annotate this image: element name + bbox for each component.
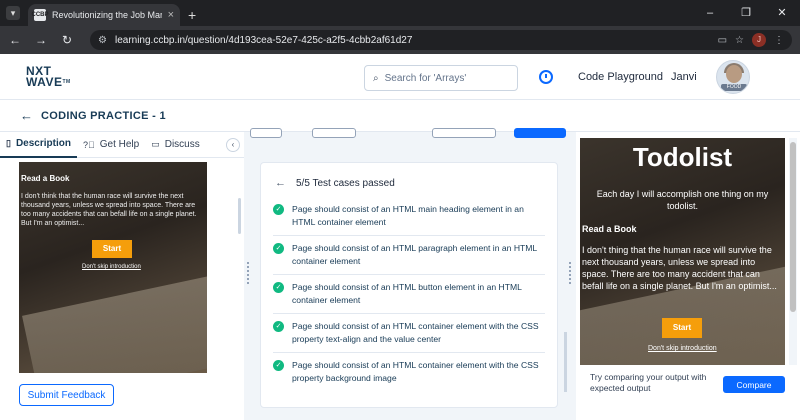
logo-tm: TM xyxy=(62,78,71,85)
left-tabs: ▯ Description ?⃝ Get Help ▭ Discuss ‹ xyxy=(0,132,244,158)
test-case-text: Page should consist of an HTML main head… xyxy=(292,204,524,227)
preview-heading: Read a Book xyxy=(21,174,70,183)
tab-title: Revolutionizing the Job Market xyxy=(52,10,162,20)
back-arrow-icon[interactable]: ← xyxy=(20,108,33,123)
minimize-icon[interactable]: – xyxy=(692,0,728,26)
browser-toolbar: ← → ↻ ⚙ learning.ccbp.in/question/4d193c… xyxy=(0,26,800,54)
output-scrollbar[interactable] xyxy=(789,138,797,365)
check-icon: ✓ xyxy=(273,360,284,371)
output-preview: Todolist Each day I will accomplish one … xyxy=(580,138,785,365)
output-heading: Read a Book xyxy=(582,224,637,234)
output-subtitle: Each day I will accomplish one thing on … xyxy=(596,189,769,211)
test-case: ✓ Page should consist of an HTML button … xyxy=(273,275,545,314)
output-scroll-thumb[interactable] xyxy=(790,142,796,312)
tab-discuss[interactable]: ▭ Discuss xyxy=(145,132,206,158)
results-card: ← 5/5 Test cases passed ✓ Page should co… xyxy=(260,162,558,408)
test-case: ✓ Page should consist of an HTML contain… xyxy=(273,314,545,353)
user-name[interactable]: Janvi xyxy=(671,71,697,83)
window-controls: – ❐ ✕ xyxy=(692,0,800,26)
avatar[interactable]: FOOD xyxy=(716,60,750,94)
output-panel: Todolist Each day I will accomplish one … xyxy=(576,132,800,420)
help-icon: ?⃝ xyxy=(82,139,95,150)
url-text: learning.ccbp.in/question/4d193cea-52e7-… xyxy=(114,34,413,46)
toolbar-button-1[interactable] xyxy=(250,128,282,138)
search-icon: ⌕ xyxy=(373,72,379,84)
results-header: ← 5/5 Test cases passed xyxy=(261,163,557,197)
results-back-icon[interactable]: ← xyxy=(275,177,286,189)
test-case-text: Page should consist of an HTML paragraph… xyxy=(292,243,537,266)
search-input[interactable] xyxy=(384,72,495,84)
check-icon: ✓ xyxy=(273,243,284,254)
browser-tab-strip: ▾ CCBP Revolutionizing the Job Market × … xyxy=(0,0,800,26)
collapse-panel-icon[interactable]: ‹ xyxy=(226,138,240,152)
browser-tab[interactable]: CCBP Revolutionizing the Job Market × xyxy=(28,4,180,26)
install-app-icon[interactable]: ▭ xyxy=(718,35,727,46)
tab-get-help[interactable]: ?⃝ Get Help xyxy=(77,132,145,158)
timer-icon[interactable] xyxy=(539,70,553,84)
code-playground-link[interactable]: Code Playground xyxy=(578,71,663,83)
output-title: Todolist xyxy=(632,142,733,172)
site-info-icon[interactable]: ⚙ xyxy=(98,35,107,46)
output-paragraph: I don't thing that the human race will s… xyxy=(582,245,777,291)
toolbar-button-3[interactable] xyxy=(432,128,496,138)
left-scrollbar[interactable] xyxy=(238,198,241,234)
test-case-text: Page should consist of an HTML container… xyxy=(292,321,539,344)
window-close-icon[interactable]: ✕ xyxy=(764,0,800,26)
check-icon: ✓ xyxy=(273,282,284,293)
left-resize-handle[interactable] xyxy=(247,262,249,284)
compare-button[interactable]: Compare xyxy=(723,376,785,393)
favicon-icon: CCBP xyxy=(32,9,49,21)
test-case: ✓ Page should consist of an HTML main he… xyxy=(273,197,545,236)
forward-icon[interactable]: → xyxy=(34,33,48,47)
nxtwave-logo[interactable]: NXT WAVETM xyxy=(26,65,71,89)
preview-skip-link: Don't skip introduction xyxy=(82,264,141,270)
tab-close-icon[interactable]: × xyxy=(168,9,174,21)
submit-feedback-button[interactable]: Submit Feedback xyxy=(19,384,114,406)
bookmark-star-icon[interactable]: ☆ xyxy=(735,35,744,46)
app-header: NXT WAVETM ⌕ Code Playground Janvi FOOD xyxy=(0,54,800,100)
chat-icon: ▭ xyxy=(151,139,160,149)
check-icon: ✓ xyxy=(273,204,284,215)
profile-icon[interactable]: J xyxy=(752,33,766,47)
preview-paragraph: I don't think that the human race will s… xyxy=(21,193,197,227)
test-results-panel: ← 5/5 Test cases passed ✓ Page should co… xyxy=(250,128,566,420)
test-case: ✓ Page should consist of an HTML contain… xyxy=(273,353,545,391)
logo-line2: WAVE xyxy=(26,74,63,89)
results-summary: 5/5 Test cases passed xyxy=(296,177,395,189)
results-scrollbar[interactable] xyxy=(564,332,567,392)
address-bar[interactable]: ⚙ learning.ccbp.in/question/4d193cea-52e… xyxy=(90,30,792,50)
restore-icon[interactable]: ❐ xyxy=(728,0,764,26)
left-panel: ▯ Description ?⃝ Get Help ▭ Discuss ‹ Re… xyxy=(0,132,244,420)
toolbar-button-2[interactable] xyxy=(312,128,356,138)
avatar-badge: FOOD xyxy=(721,84,747,91)
right-resize-handle[interactable] xyxy=(569,262,571,284)
back-icon[interactable]: ← xyxy=(8,33,22,47)
document-icon: ▯ xyxy=(6,138,11,148)
new-tab-icon[interactable]: + xyxy=(188,7,196,23)
preview-start-button: Start xyxy=(92,240,132,258)
output-start-button[interactable]: Start xyxy=(662,318,702,338)
workspace: ▯ Description ?⃝ Get Help ▭ Discuss ‹ Re… xyxy=(0,128,800,420)
tab-search-icon[interactable]: ▾ xyxy=(6,6,20,20)
reload-icon[interactable]: ↻ xyxy=(60,33,74,47)
test-case: ✓ Page should consist of an HTML paragra… xyxy=(273,236,545,275)
tab-description[interactable]: ▯ Description xyxy=(0,132,77,158)
test-case-text: Page should consist of an HTML container… xyxy=(292,360,539,383)
page-title: CODING PRACTICE - 1 xyxy=(41,109,166,122)
toolbar-primary-button[interactable] xyxy=(514,128,566,138)
search-box[interactable]: ⌕ xyxy=(364,65,518,91)
title-bar: ← CODING PRACTICE - 1 xyxy=(0,100,800,132)
output-skip-link[interactable]: Don't skip introduction xyxy=(648,345,717,352)
test-case-text: Page should consist of an HTML button el… xyxy=(292,282,522,305)
check-icon: ✓ xyxy=(273,321,284,332)
menu-kebab-icon[interactable]: ⋮ xyxy=(774,35,784,46)
description-preview-image: Read a Book I don't think that the human… xyxy=(19,162,207,373)
compare-hint: Try comparing your output with expected … xyxy=(590,372,707,393)
